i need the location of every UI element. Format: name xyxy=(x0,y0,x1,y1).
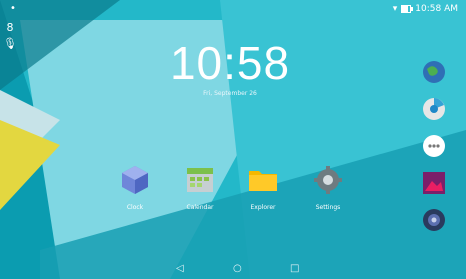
wifi-icon: ▾ xyxy=(392,4,398,14)
status-time: 10:58 AM xyxy=(415,4,458,14)
microphone-icon[interactable]: 🎙 xyxy=(3,36,17,52)
folder-app-icon xyxy=(249,171,277,191)
app-clock[interactable]: Clock xyxy=(110,164,160,211)
calendar-app-icon xyxy=(187,168,213,192)
app-clock-label: Clock xyxy=(126,204,144,211)
gear-app-icon xyxy=(314,166,342,194)
status-bar: • ▾ 10:58 AM xyxy=(0,0,466,18)
clock-widget[interactable]: 10:58 Fri, September 26 xyxy=(150,40,310,97)
left-rail: 8 🎙 xyxy=(3,20,17,60)
browser-globe-icon[interactable] xyxy=(422,60,446,84)
navigation-bar: ◁ ○ □ xyxy=(0,259,466,279)
app-explorer[interactable]: Explorer xyxy=(238,164,288,211)
app-explorer-label: Explorer xyxy=(250,204,276,211)
music-speaker-icon[interactable] xyxy=(422,208,446,232)
back-button[interactable]: ◁ xyxy=(176,263,184,274)
app-drawer-icon[interactable] xyxy=(422,134,446,158)
status-right: ▾ 10:58 AM xyxy=(393,4,458,14)
app-settings[interactable]: Settings xyxy=(303,164,353,211)
tablet-home-screen: • ▾ 10:58 AM 8 🎙 10:58 Fri, September 26… xyxy=(0,0,466,279)
google-search-icon[interactable]: 8 xyxy=(3,20,17,36)
clock-app-icon xyxy=(122,166,148,194)
gallery-icon[interactable] xyxy=(422,171,446,195)
recents-button[interactable]: □ xyxy=(290,263,299,274)
app-calendar[interactable]: Calendar xyxy=(175,164,225,211)
home-button[interactable]: ○ xyxy=(233,263,242,274)
app-settings-label: Settings xyxy=(315,204,341,211)
notification-dot-icon: • xyxy=(10,3,16,14)
battery-icon xyxy=(401,5,414,13)
app-calendar-label: Calendar xyxy=(186,204,214,211)
chrome-like-icon[interactable] xyxy=(422,97,446,121)
clock-time: 10:58 xyxy=(169,37,291,89)
clock-date: Fri, September 26 xyxy=(203,90,257,97)
right-dock xyxy=(422,60,448,245)
